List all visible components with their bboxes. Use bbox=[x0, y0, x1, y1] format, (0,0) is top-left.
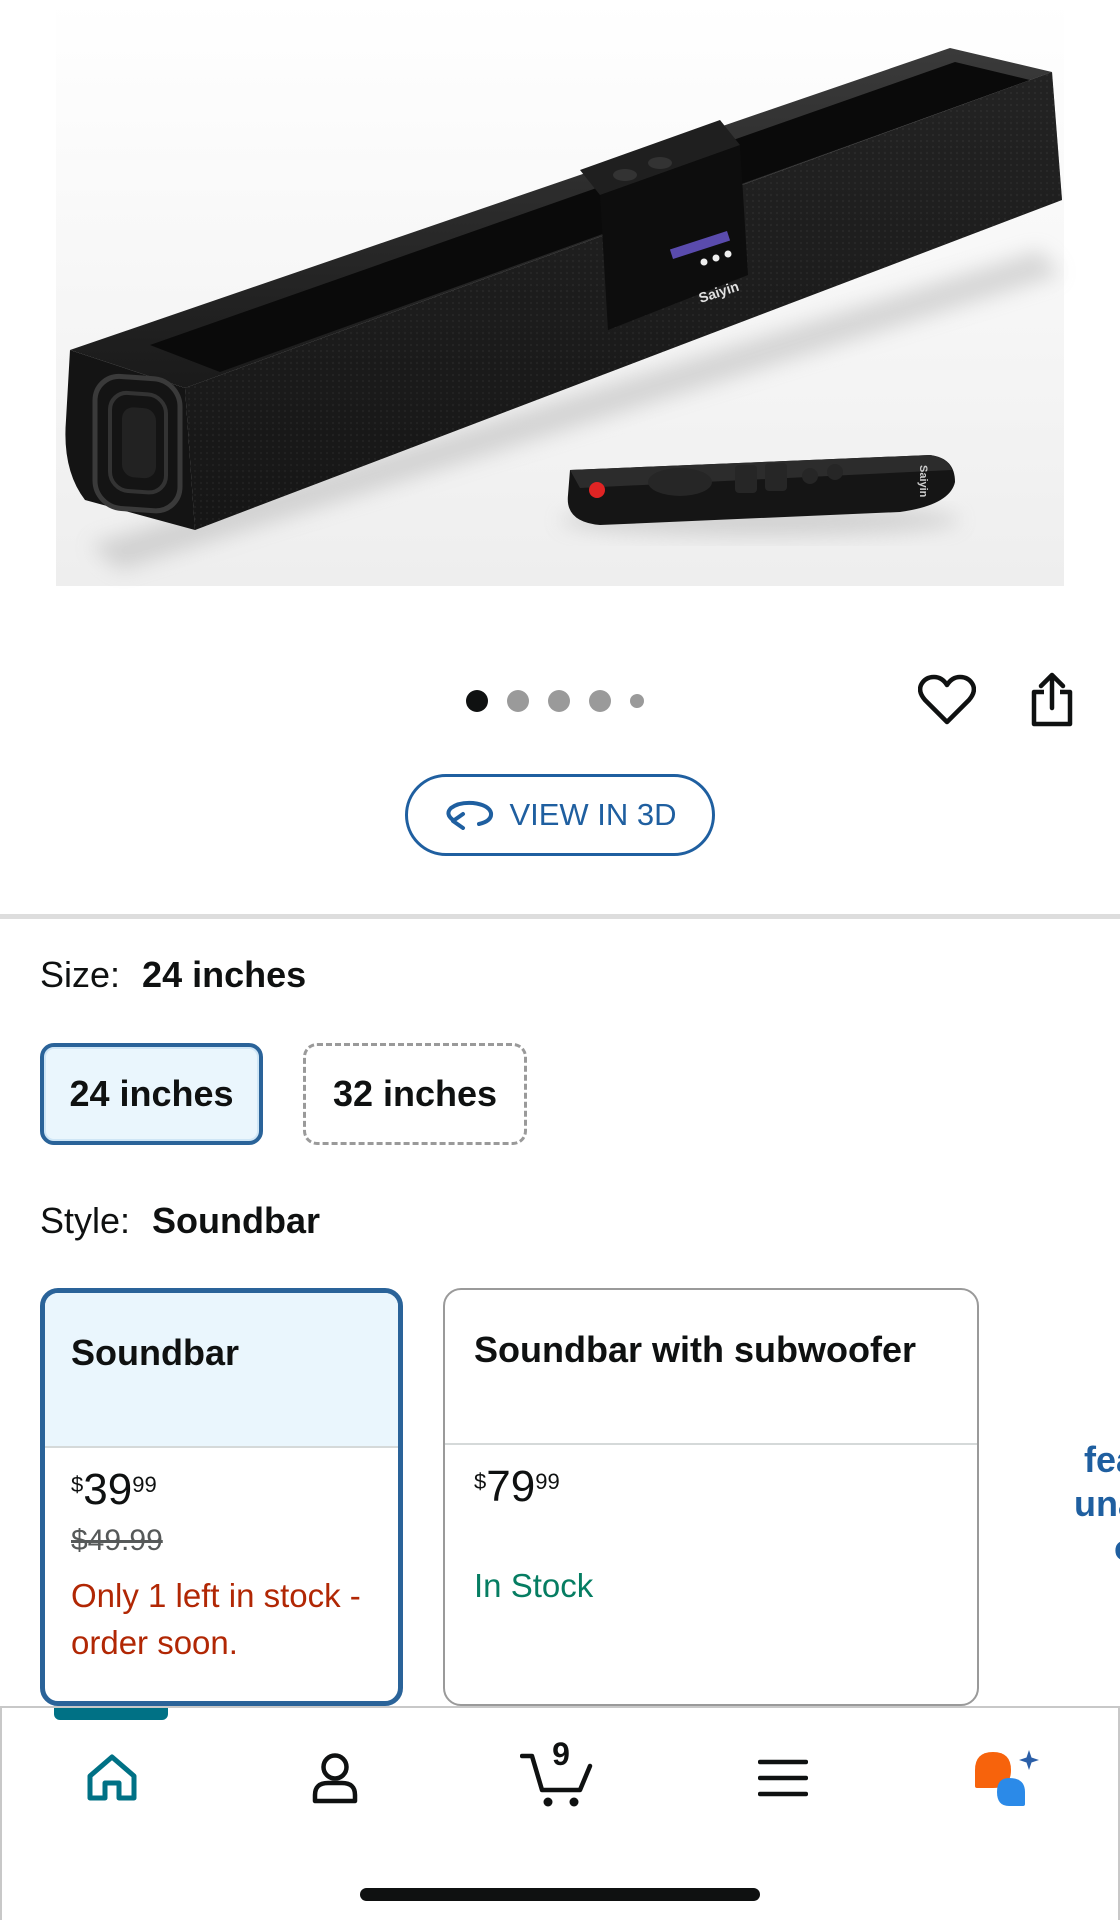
price-whole: 79 bbox=[486, 1462, 536, 1511]
price-currency: $ bbox=[71, 1472, 84, 1497]
share-icon bbox=[1031, 672, 1073, 727]
see-unavailable-options-link[interactable]: Se feat una op bbox=[1040, 1394, 1120, 1614]
size-heading: Size: 24 inches bbox=[40, 954, 306, 996]
view-in-3d-button[interactable]: VIEW IN 3D bbox=[405, 774, 715, 856]
price: $ 39 99 bbox=[71, 1468, 373, 1512]
chat-sparkle-icon bbox=[975, 1750, 1039, 1806]
carousel-dot-2[interactable] bbox=[507, 690, 529, 712]
nav-menu[interactable] bbox=[733, 1738, 833, 1818]
style-label: Style: bbox=[40, 1200, 131, 1241]
size-label: Size: bbox=[40, 954, 121, 995]
overflow-note-line: op bbox=[1040, 1526, 1120, 1570]
view-in-3d-label: VIEW IN 3D bbox=[509, 797, 677, 832]
carousel-dot-1[interactable] bbox=[466, 690, 488, 712]
style-option-name: Soundbar with subwoofer bbox=[445, 1290, 977, 1445]
nav-rufus-assistant[interactable] bbox=[955, 1738, 1055, 1818]
overflow-note-line: feat bbox=[1083, 1439, 1120, 1480]
home-icon bbox=[87, 1754, 137, 1801]
hamburger-icon bbox=[758, 1759, 808, 1797]
list-price: $49.99 bbox=[71, 1524, 163, 1557]
cart-count-badge: 9 bbox=[552, 1736, 570, 1772]
rotate-3d-icon bbox=[446, 800, 494, 830]
size-option-24-inches[interactable]: 24 inches bbox=[40, 1043, 263, 1145]
availability-text: In Stock bbox=[474, 1567, 594, 1604]
favorite-button[interactable] bbox=[915, 668, 979, 732]
bottom-navigation-bar: 9 bbox=[0, 1706, 1120, 1920]
carousel-dot-5[interactable] bbox=[630, 694, 644, 708]
price-currency: $ bbox=[474, 1469, 487, 1494]
soundbar-illustration: Saiyin Saiyin bbox=[56, 0, 1064, 586]
price-whole: 39 bbox=[83, 1465, 133, 1514]
style-option-soundbar-with-subwoofer[interactable]: Soundbar with subwoofer $ 79 99 In Stock bbox=[443, 1288, 979, 1706]
active-tab-indicator bbox=[54, 1708, 168, 1720]
section-divider bbox=[0, 914, 1120, 919]
availability-text: Only 1 left in stock - order soon. bbox=[71, 1577, 361, 1661]
price: $ 79 99 bbox=[474, 1465, 952, 1509]
style-heading: Style: Soundbar bbox=[40, 1200, 320, 1242]
image-carousel-dots[interactable] bbox=[466, 690, 644, 712]
product-image[interactable]: Saiyin Saiyin bbox=[0, 0, 1120, 610]
overflow-note-line: una bbox=[1073, 1483, 1120, 1524]
share-button[interactable] bbox=[1020, 668, 1084, 732]
size-option-label: 32 inches bbox=[332, 1073, 498, 1114]
nav-home[interactable] bbox=[62, 1738, 162, 1818]
ios-home-indicator bbox=[360, 1888, 760, 1901]
style-option-name: Soundbar bbox=[45, 1293, 398, 1448]
style-option-soundbar[interactable]: Soundbar $ 39 99 $49.99 Only 1 left in s… bbox=[40, 1288, 403, 1706]
size-option-label: 24 inches bbox=[69, 1073, 234, 1114]
style-selected-value: Soundbar bbox=[152, 1200, 321, 1241]
price-fraction: 99 bbox=[132, 1472, 157, 1497]
svg-text:Saiyin: Saiyin bbox=[917, 465, 929, 498]
size-option-32-inches[interactable]: 32 inches bbox=[303, 1043, 527, 1145]
overflow-note-line: Se bbox=[1040, 1394, 1120, 1438]
carousel-dot-3[interactable] bbox=[548, 690, 570, 712]
nav-account[interactable] bbox=[285, 1738, 385, 1818]
price-fraction: 99 bbox=[535, 1469, 560, 1494]
carousel-dot-4[interactable] bbox=[589, 690, 611, 712]
nav-cart[interactable]: 9 bbox=[508, 1736, 608, 1818]
person-icon bbox=[312, 1753, 358, 1804]
heart-icon bbox=[918, 674, 976, 725]
size-selected-value: 24 inches bbox=[142, 954, 307, 995]
